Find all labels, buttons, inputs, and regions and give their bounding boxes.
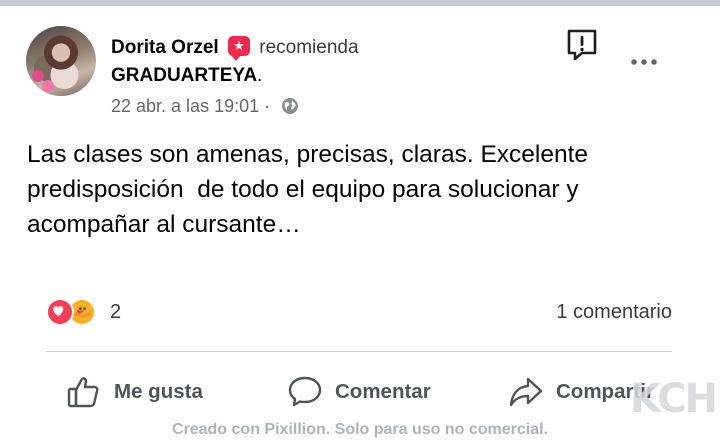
avatar-flower-decoration (42, 80, 54, 92)
star-speech-bubble-icon: ★ (227, 36, 250, 61)
post-meta: 22 abr. a las 19:01 · (111, 95, 299, 117)
avatar-flower-decoration (32, 70, 44, 82)
author-line: Dorita Orzel ★ recomienda (111, 36, 359, 61)
share-arrow-icon (509, 377, 543, 407)
top-separator (0, 0, 720, 6)
like-button[interactable]: Me gusta (66, 372, 203, 412)
comment-button[interactable]: Comentar (287, 372, 431, 412)
reactions-summary[interactable]: 2 (46, 297, 166, 327)
page-suffix: . (257, 65, 263, 86)
report-icon[interactable] (566, 28, 598, 62)
page-name-link[interactable]: GRADUARTEYA (111, 65, 257, 86)
badge-star-glyph: ★ (233, 38, 245, 53)
recommended-page-line: GRADUARTEYA. (111, 65, 262, 87)
post-timestamp[interactable]: 22 abr. a las 19:01 (111, 96, 259, 116)
more-options-icon[interactable] (628, 48, 660, 72)
comment-bubble-icon (288, 376, 322, 407)
globe-icon[interactable] (281, 97, 299, 115)
comment-count[interactable]: 1 comentario (556, 300, 672, 324)
recommend-verb: recomienda (259, 37, 359, 58)
comment-label: Comentar (335, 380, 431, 403)
actions-divider (46, 351, 672, 352)
meta-separator: · (264, 96, 271, 116)
watermark-logo: KCH (630, 376, 718, 422)
author-avatar[interactable] (26, 26, 96, 96)
thumbs-up-icon (67, 377, 99, 408)
author-name[interactable]: Dorita Orzel (111, 37, 219, 58)
watermark-text: Creado con Pixillion. Solo para uso no c… (171, 421, 549, 438)
post-body-text: Las clases son amenas, precisas, claras.… (27, 141, 589, 238)
reaction-count: 2 (110, 301, 122, 323)
love-reaction-icon (46, 298, 74, 326)
post-header: Dorita Orzel ★ recomienda GRADUARTEYA. 2… (26, 26, 696, 126)
like-label: Me gusta (114, 380, 203, 403)
